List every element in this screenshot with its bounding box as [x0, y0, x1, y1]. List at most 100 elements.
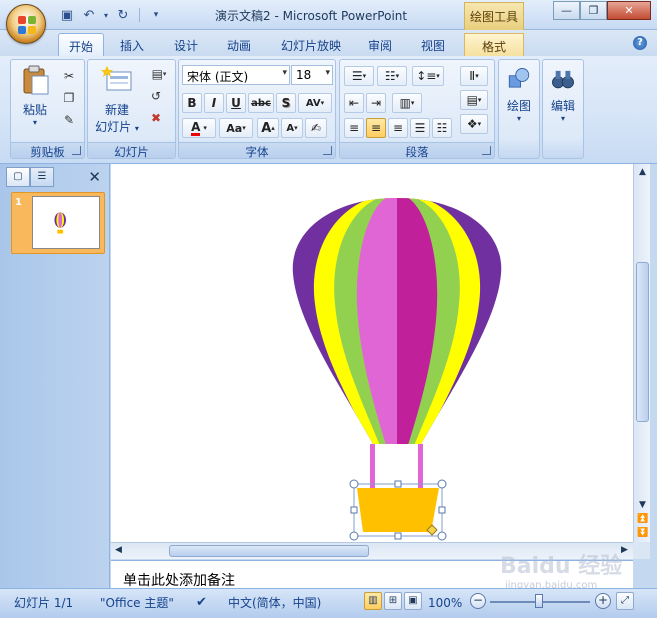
new-slide-dropdown-icon: ▾ — [134, 124, 139, 133]
shrink-font-button[interactable]: A ▾ — [281, 118, 303, 138]
new-slide-label-1: 新建 — [104, 103, 129, 117]
help-icon[interactable]: ? — [633, 36, 647, 50]
zoom-level[interactable]: 100% — [428, 593, 462, 613]
rope-right — [418, 444, 423, 488]
reset-icon[interactable]: ↺ — [146, 86, 166, 106]
close-icon[interactable]: ✕ — [607, 1, 651, 20]
line-spacing-icon[interactable]: ↕≡ ▾ — [412, 66, 444, 86]
cut-icon[interactable]: ✂ — [59, 66, 79, 86]
copy-icon[interactable]: ❐ — [59, 88, 79, 108]
decrease-indent-icon[interactable]: ⇤ — [344, 93, 364, 113]
scroll-up-icon[interactable]: ▲ — [637, 167, 648, 177]
clipboard-launcher-icon[interactable] — [72, 146, 81, 155]
font-size-combo[interactable]: 18 ▾ — [291, 65, 333, 85]
format-painter-icon[interactable]: ✎ — [59, 110, 79, 130]
underline-button[interactable]: U — [226, 93, 246, 113]
change-case-dropdown-icon: ▾ — [242, 124, 246, 132]
office-button[interactable] — [6, 4, 46, 44]
font-color-button[interactable]: A ▾ — [182, 118, 216, 138]
outline-tab-icon[interactable]: ☰ — [30, 167, 54, 187]
bold-button[interactable]: B — [182, 93, 202, 113]
redo-icon[interactable]: ↻ — [114, 6, 132, 24]
character-spacing-button[interactable]: AV ▾ — [298, 93, 332, 113]
slide-sorter-view-icon[interactable]: ⊞ — [384, 592, 402, 610]
undo-icon[interactable]: ↶ — [80, 6, 98, 24]
smartart-icon[interactable]: ❖ ▾ — [460, 114, 488, 134]
new-slide-button[interactable]: 新建 幻灯片 ▾ — [90, 64, 144, 135]
slides-pane: ▢ ☰ ✕ 1 — [0, 164, 110, 588]
change-case-button[interactable]: Aa ▾ — [219, 118, 253, 138]
grow-font-button[interactable]: A ▴ — [257, 118, 279, 138]
character-spacing-label: AV — [305, 97, 321, 109]
scroll-down-icon[interactable]: ▼ — [637, 500, 648, 510]
editing-label: 编辑 — [550, 99, 575, 113]
tab-insert[interactable]: 插入 — [110, 33, 154, 56]
customize-qat-icon[interactable]: ▾ — [147, 6, 165, 24]
save-icon[interactable]: ▣ — [58, 6, 76, 24]
tab-animations[interactable]: 动画 — [217, 33, 261, 56]
fit-to-window-icon[interactable]: ⤢ — [616, 592, 634, 610]
increase-indent-icon[interactable]: ⇥ — [366, 93, 386, 113]
columns-icon[interactable]: ▥ ▾ — [392, 93, 422, 113]
editing-button[interactable]: 编辑 ▾ — [545, 66, 581, 123]
baidu-watermark: Baidu 经验 — [500, 554, 623, 579]
drawing-button[interactable]: 绘图 ▾ — [501, 66, 537, 123]
delete-slide-icon[interactable]: ✖ — [146, 108, 166, 128]
normal-view-icon[interactable]: ▥ — [364, 592, 382, 610]
paragraph-launcher-icon[interactable] — [482, 146, 491, 155]
vertical-scrollbar[interactable]: ▲ ▼ ⏫ ⏬ — [633, 164, 650, 544]
align-text-icon[interactable]: ▤ ▾ — [460, 90, 488, 110]
theme-status: "Office 主题" — [100, 596, 174, 610]
italic-button[interactable]: I — [204, 93, 224, 113]
align-left-icon[interactable]: ≡ — [344, 118, 364, 138]
slide-canvas[interactable] — [111, 164, 633, 542]
spell-check-icon[interactable]: ✔ — [196, 593, 207, 613]
font-name-combo[interactable]: 宋体 (正文) ▾ — [182, 65, 290, 85]
scroll-left-icon[interactable]: ◀ — [115, 545, 122, 555]
vertical-scroll-thumb[interactable] — [636, 262, 649, 422]
tab-review[interactable]: 审阅 — [358, 33, 402, 56]
slide-show-view-icon[interactable]: ▣ — [404, 592, 422, 610]
horizontal-scroll-thumb[interactable] — [169, 545, 369, 557]
balloon-basket[interactable] — [357, 488, 439, 532]
quick-access-toolbar: ▣ ↶ ▾ ↻ ▾ — [58, 6, 165, 24]
zoom-slider-knob[interactable] — [535, 594, 543, 608]
align-right-icon[interactable]: ≡ — [388, 118, 408, 138]
font-name-value: 宋体 (正文) — [187, 70, 249, 84]
zoom-out-icon[interactable]: − — [470, 593, 486, 609]
distributed-icon[interactable]: ☷ — [432, 118, 452, 138]
paste-label: 粘贴 — [22, 103, 47, 117]
editing-dropdown-icon: ▾ — [560, 114, 565, 123]
restore-icon[interactable]: ❐ — [580, 1, 607, 20]
slides-tab-icon[interactable]: ▢ — [6, 167, 30, 187]
drawing-tools-context-label: 绘图工具 — [464, 2, 524, 30]
paste-dropdown-icon: ▾ — [32, 118, 37, 127]
align-center-icon[interactable]: ≡ — [366, 118, 386, 138]
text-direction-icon[interactable]: Ⅱ ▾ — [460, 66, 488, 86]
tab-home[interactable]: 开始 — [58, 33, 104, 56]
tab-format[interactable]: 格式 — [464, 33, 524, 56]
text-shadow-button[interactable]: S — [276, 93, 296, 113]
tab-slide-show[interactable]: 幻灯片放映 — [276, 33, 346, 56]
tab-design[interactable]: 设计 — [164, 33, 208, 56]
slide-count-status: 幻灯片 1/1 — [14, 596, 74, 610]
justify-icon[interactable]: ☰ — [410, 118, 430, 138]
undo-dropdown-icon[interactable]: ▾ — [102, 6, 110, 24]
previous-slide-icon[interactable]: ⏫ — [637, 514, 648, 524]
minimize-icon[interactable]: — — [553, 1, 580, 20]
paste-button[interactable]: 粘贴 ▾ — [15, 64, 55, 127]
layout-icon[interactable]: ▤ ▾ — [146, 64, 172, 84]
clear-formatting-icon[interactable]: ✍ — [305, 118, 327, 138]
tab-view[interactable]: 视图 — [411, 33, 455, 56]
numbering-icon[interactable]: ☷ ▾ — [377, 66, 407, 86]
next-slide-icon[interactable]: ⏬ — [637, 528, 648, 538]
strikethrough-button[interactable]: abc — [248, 93, 274, 113]
bullets-icon[interactable]: ☰ ▾ — [344, 66, 374, 86]
slide-thumbnail-item[interactable]: 1 — [11, 192, 105, 254]
shapes-icon — [508, 68, 530, 88]
font-name-dropdown-icon: ▾ — [282, 68, 287, 78]
font-launcher-icon[interactable] — [323, 146, 332, 155]
zoom-in-icon[interactable]: + — [595, 593, 611, 609]
pane-close-icon[interactable]: ✕ — [88, 168, 101, 186]
hot-air-balloon-drawing[interactable] — [111, 164, 633, 542]
